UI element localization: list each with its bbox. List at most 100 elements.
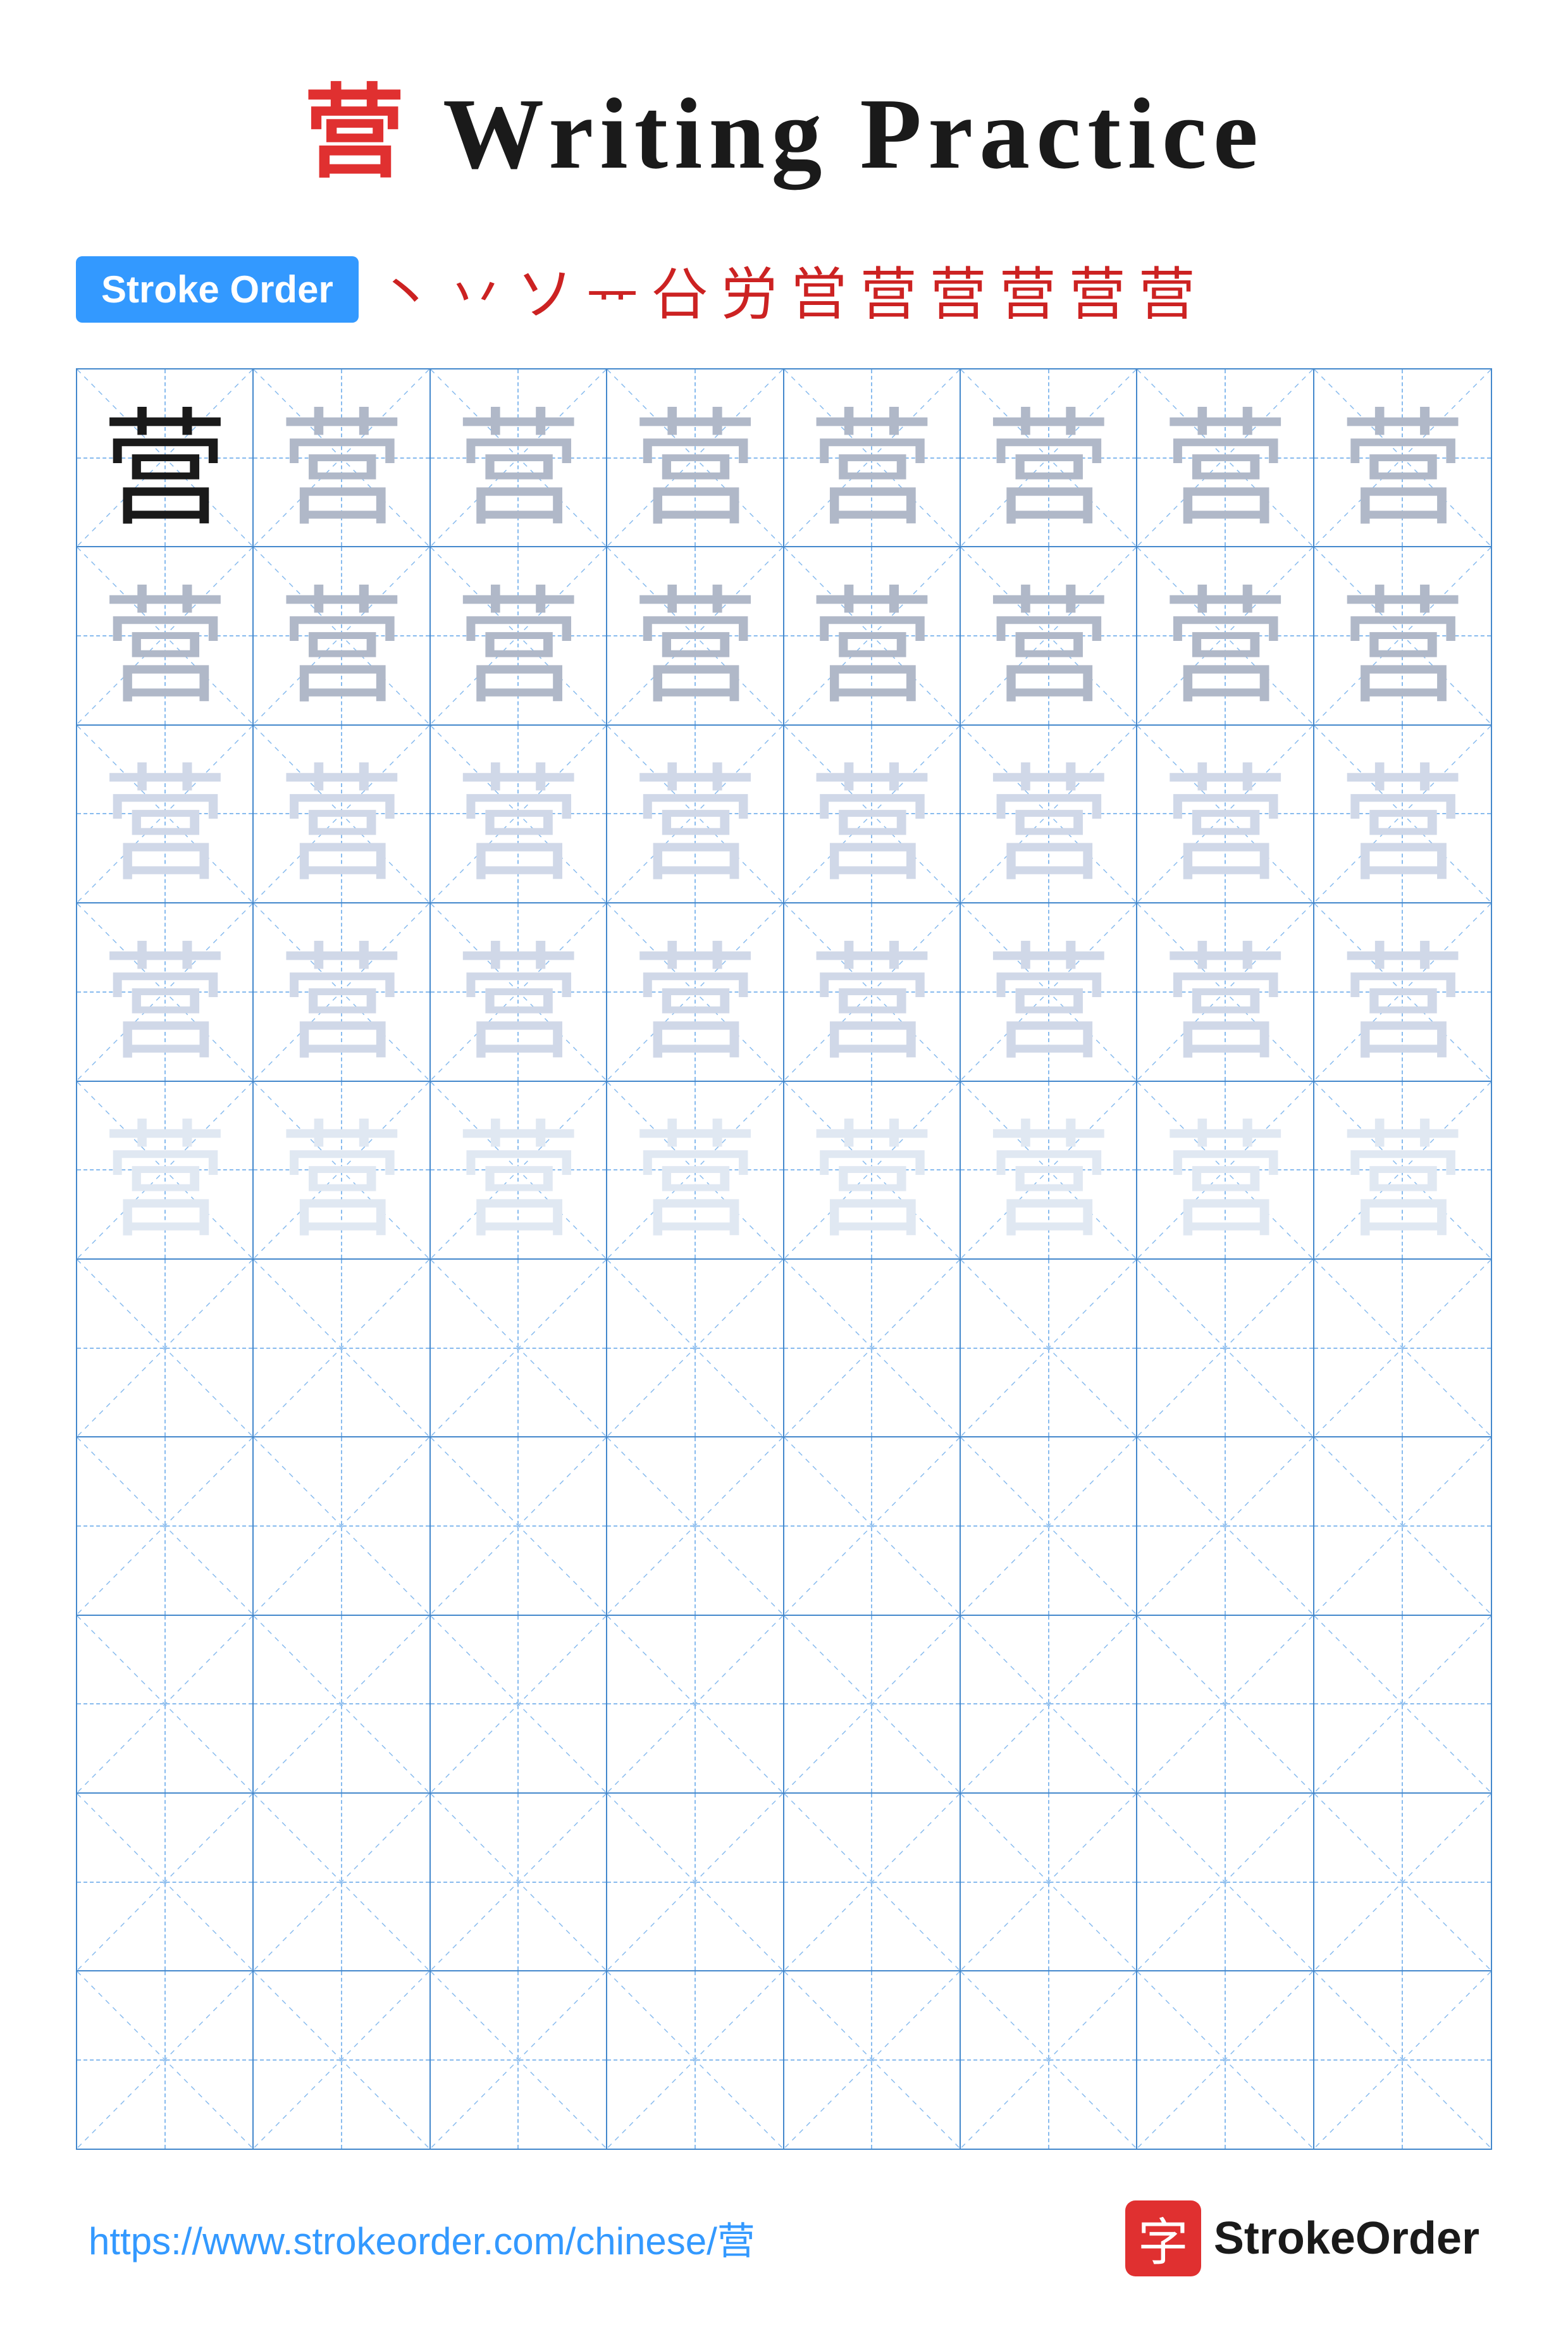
cell-3-5[interactable]: 营 (784, 726, 961, 902)
cell-6-1[interactable] (77, 1260, 254, 1436)
cell-10-1[interactable] (77, 1971, 254, 2148)
cell-3-7[interactable]: 营 (1137, 726, 1314, 902)
cell-3-6[interactable]: 营 (961, 726, 1137, 902)
cell-8-3[interactable] (431, 1616, 607, 1792)
cell-4-4[interactable]: 营 (607, 903, 784, 1080)
cell-8-5[interactable] (784, 1616, 961, 1792)
cell-6-8[interactable] (1314, 1260, 1491, 1436)
cell-1-2[interactable]: 营 (254, 369, 430, 546)
cell-6-4[interactable] (607, 1260, 784, 1436)
cell-2-7[interactable]: 营 (1137, 547, 1314, 724)
grid-row-2: 营 营 营 营 营 营 营 (77, 547, 1491, 725)
cell-4-8[interactable]: 营 (1314, 903, 1491, 1080)
cell-7-7[interactable] (1137, 1437, 1314, 1614)
cell-8-7[interactable] (1137, 1616, 1314, 1792)
stroke-6: 労 (721, 248, 778, 330)
cell-6-5[interactable] (784, 1260, 961, 1436)
cell-9-3[interactable] (431, 1794, 607, 1970)
cell-10-6[interactable] (961, 1971, 1137, 2148)
stroke-sequence: 丶 丷 ソ ᅲ 㕣 労 営 营 营 营 营 营 (378, 248, 1195, 330)
cell-5-5[interactable]: 营 (784, 1082, 961, 1258)
cell-5-3[interactable]: 营 (431, 1082, 607, 1258)
stroke-2: 丷 (447, 248, 504, 330)
cell-1-1[interactable]: 营 (77, 369, 254, 546)
cell-7-3[interactable] (431, 1437, 607, 1614)
cell-1-4[interactable]: 营 (607, 369, 784, 546)
cell-9-6[interactable] (961, 1794, 1137, 1970)
cell-7-5[interactable] (784, 1437, 961, 1614)
footer-url-link[interactable]: https://www.strokeorder.com/chinese/营 (89, 2211, 755, 2266)
cell-8-6[interactable] (961, 1616, 1137, 1792)
stroke-order-badge: Stroke Order (76, 256, 359, 323)
cell-4-1[interactable]: 营 (77, 903, 254, 1080)
cell-5-6[interactable]: 营 (961, 1082, 1137, 1258)
cell-8-2[interactable] (254, 1616, 430, 1792)
cell-10-7[interactable] (1137, 1971, 1314, 2148)
cell-3-2[interactable]: 营 (254, 726, 430, 902)
stroke-9: 营 (930, 248, 987, 330)
stroke-5: 㕣 (651, 248, 708, 330)
cell-3-4[interactable]: 营 (607, 726, 784, 902)
cell-8-8[interactable] (1314, 1616, 1491, 1792)
cell-5-4[interactable]: 营 (607, 1082, 784, 1258)
cell-4-6[interactable]: 营 (961, 903, 1137, 1080)
cell-7-1[interactable] (77, 1437, 254, 1614)
cell-2-2[interactable]: 营 (254, 547, 430, 724)
cell-3-3[interactable]: 营 (431, 726, 607, 902)
stroke-order-row: Stroke Order 丶 丷 ソ ᅲ 㕣 労 営 营 营 营 营 营 (76, 248, 1492, 330)
stroke-10: 营 (999, 248, 1056, 330)
cell-6-2[interactable] (254, 1260, 430, 1436)
cell-10-8[interactable] (1314, 1971, 1491, 2148)
cell-5-1[interactable]: 营 (77, 1082, 254, 1258)
cell-8-4[interactable] (607, 1616, 784, 1792)
cell-7-4[interactable] (607, 1437, 784, 1614)
cell-4-2[interactable]: 营 (254, 903, 430, 1080)
cell-2-8[interactable]: 营 (1314, 547, 1491, 724)
cell-9-1[interactable] (77, 1794, 254, 1970)
grid-row-10 (77, 1971, 1491, 2148)
stroke-7: 営 (791, 248, 848, 330)
cell-4-7[interactable]: 营 (1137, 903, 1314, 1080)
cell-2-4[interactable]: 营 (607, 547, 784, 724)
cell-4-5[interactable]: 营 (784, 903, 961, 1080)
cell-10-2[interactable] (254, 1971, 430, 2148)
cell-6-3[interactable] (431, 1260, 607, 1436)
cell-9-7[interactable] (1137, 1794, 1314, 1970)
stroke-8: 营 (860, 248, 917, 330)
cell-6-7[interactable] (1137, 1260, 1314, 1436)
cell-4-3[interactable]: 营 (431, 903, 607, 1080)
cell-1-8[interactable]: 营 (1314, 369, 1491, 546)
stroke-12: 营 (1139, 248, 1195, 330)
cell-10-5[interactable] (784, 1971, 961, 2148)
stroke-1: 丶 (378, 248, 435, 330)
cell-3-8[interactable]: 营 (1314, 726, 1491, 902)
cell-9-4[interactable] (607, 1794, 784, 1970)
cell-3-1[interactable]: 营 (77, 726, 254, 902)
cell-9-2[interactable] (254, 1794, 430, 1970)
cell-8-1[interactable] (77, 1616, 254, 1792)
cell-2-3[interactable]: 营 (431, 547, 607, 724)
grid-row-3: 营 营 营 营 营 营 营 (77, 726, 1491, 903)
cell-6-6[interactable] (961, 1260, 1137, 1436)
cell-9-8[interactable] (1314, 1794, 1491, 1970)
cell-7-8[interactable] (1314, 1437, 1491, 1614)
footer: https://www.strokeorder.com/chinese/营 字 … (76, 2200, 1492, 2276)
cell-2-6[interactable]: 营 (961, 547, 1137, 724)
grid-row-4: 营 营 营 营 营 营 营 (77, 903, 1491, 1081)
title-rest: Writing Practice (411, 77, 1264, 190)
cell-2-1[interactable]: 营 (77, 547, 254, 724)
cell-9-5[interactable] (784, 1794, 961, 1970)
cell-5-7[interactable]: 营 (1137, 1082, 1314, 1258)
cell-1-5[interactable]: 营 (784, 369, 961, 546)
cell-7-6[interactable] (961, 1437, 1137, 1614)
cell-7-2[interactable] (254, 1437, 430, 1614)
cell-2-5[interactable]: 营 (784, 547, 961, 724)
cell-1-7[interactable]: 营 (1137, 369, 1314, 546)
cell-10-4[interactable] (607, 1971, 784, 2148)
cell-10-3[interactable] (431, 1971, 607, 2148)
cell-5-8[interactable]: 营 (1314, 1082, 1491, 1258)
cell-1-6[interactable]: 营 (961, 369, 1137, 546)
cell-5-2[interactable]: 营 (254, 1082, 430, 1258)
grid-row-7 (77, 1437, 1491, 1615)
cell-1-3[interactable]: 营 (431, 369, 607, 546)
